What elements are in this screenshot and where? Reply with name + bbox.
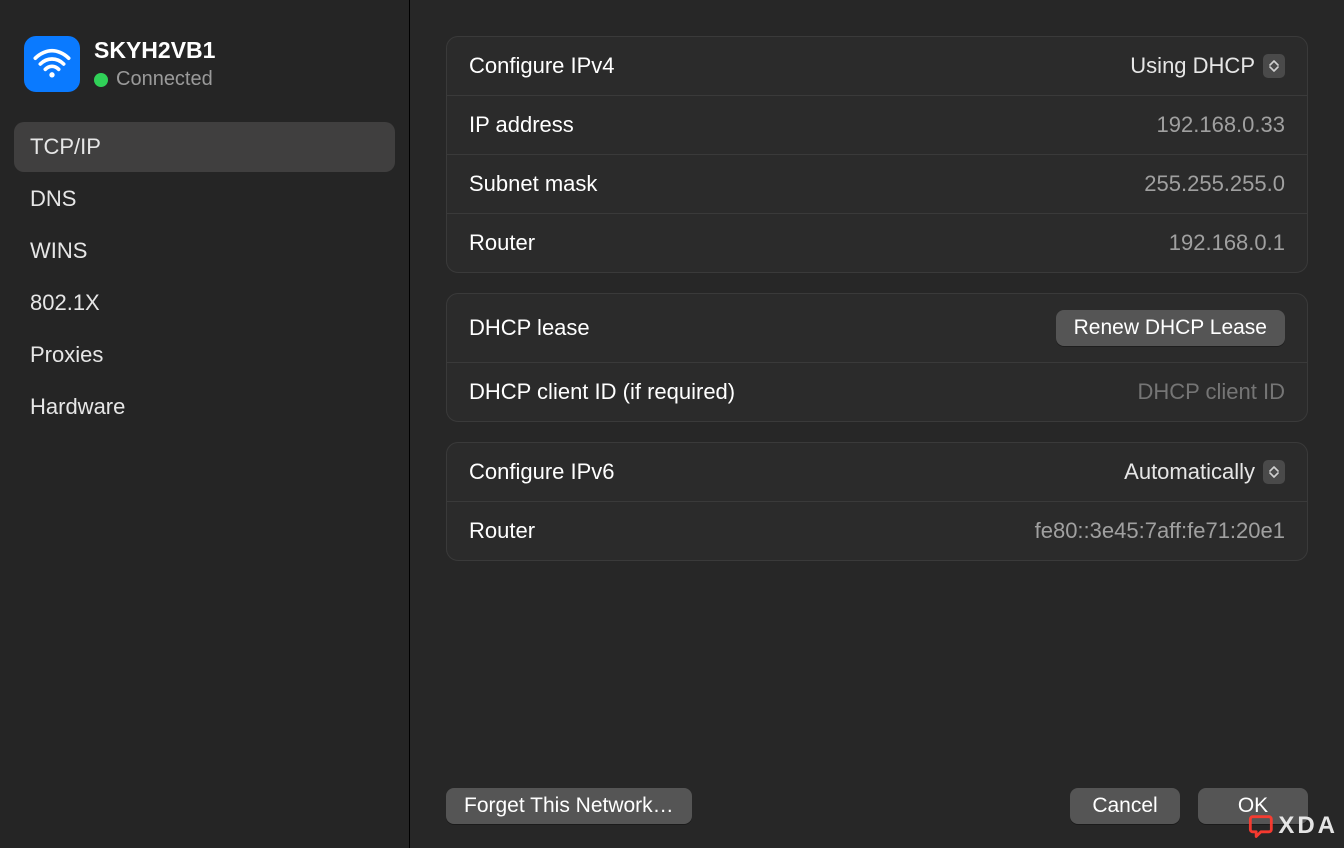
nav-item-dns[interactable]: DNS (14, 174, 395, 224)
chevron-updown-icon (1263, 54, 1285, 78)
network-header: SKYH2VB1 Connected (14, 12, 395, 110)
nav-list: TCP/IP DNS WINS 802.1X Proxies Hardware (14, 122, 395, 432)
row-configure-ipv4: Configure IPv4 Using DHCP (447, 37, 1307, 95)
subnet-mask-label: Subnet mask (469, 171, 597, 197)
nav-label: TCP/IP (30, 134, 101, 159)
router-ipv6-value: fe80::3e45:7aff:fe71:20e1 (1035, 518, 1285, 544)
row-dhcp-client-id: DHCP client ID (if required) (447, 362, 1307, 421)
row-configure-ipv6: Configure IPv6 Automatically (447, 443, 1307, 501)
ipv4-card: Configure IPv4 Using DHCP IP address 192… (446, 36, 1308, 273)
configure-ipv6-value: Automatically (1124, 459, 1255, 485)
dhcp-lease-label: DHCP lease (469, 315, 590, 341)
nav-item-8021x[interactable]: 802.1X (14, 278, 395, 328)
row-dhcp-lease: DHCP lease Renew DHCP Lease (447, 294, 1307, 362)
row-subnet-mask: Subnet mask 255.255.255.0 (447, 154, 1307, 213)
renew-dhcp-lease-button[interactable]: Renew DHCP Lease (1056, 310, 1285, 346)
nav-item-wins[interactable]: WINS (14, 226, 395, 276)
ok-button[interactable]: OK (1198, 788, 1308, 824)
router-ipv4-value: 192.168.0.1 (1169, 230, 1285, 256)
window: SKYH2VB1 Connected TCP/IP DNS WINS 802.1… (0, 0, 1344, 848)
ip-address-value: 192.168.0.33 (1157, 112, 1285, 138)
configure-ipv4-popup[interactable]: Using DHCP (1130, 53, 1285, 79)
cancel-button[interactable]: Cancel (1070, 788, 1180, 824)
status-dot-icon (94, 73, 108, 87)
forget-network-button[interactable]: Forget This Network… (446, 788, 692, 824)
nav-label: WINS (30, 238, 87, 263)
configure-ipv6-popup[interactable]: Automatically (1124, 459, 1285, 485)
nav-label: 802.1X (30, 290, 100, 315)
dhcp-card: DHCP lease Renew DHCP Lease DHCP client … (446, 293, 1308, 422)
configure-ipv6-label: Configure IPv6 (469, 459, 615, 485)
main-content: Configure IPv4 Using DHCP IP address 192… (410, 0, 1344, 848)
nav-item-proxies[interactable]: Proxies (14, 330, 395, 380)
chevron-updown-icon (1263, 460, 1285, 484)
nav-label: Proxies (30, 342, 103, 367)
sidebar: SKYH2VB1 Connected TCP/IP DNS WINS 802.1… (0, 0, 410, 848)
router-ipv6-label: Router (469, 518, 535, 544)
nav-label: DNS (30, 186, 76, 211)
ip-address-label: IP address (469, 112, 574, 138)
nav-item-tcpip[interactable]: TCP/IP (14, 122, 395, 172)
connection-status-label: Connected (116, 68, 213, 91)
dhcp-client-id-label: DHCP client ID (if required) (469, 379, 735, 405)
configure-ipv4-value: Using DHCP (1130, 53, 1255, 79)
network-name: SKYH2VB1 (94, 37, 215, 64)
footer-right: Cancel OK (1070, 788, 1308, 824)
subnet-mask-value: 255.255.255.0 (1144, 171, 1285, 197)
footer-bar: Forget This Network… Cancel OK (446, 764, 1308, 824)
nav-item-hardware[interactable]: Hardware (14, 382, 395, 432)
row-ip-address: IP address 192.168.0.33 (447, 95, 1307, 154)
connection-status: Connected (94, 68, 215, 91)
nav-label: Hardware (30, 394, 125, 419)
wifi-icon (24, 36, 80, 92)
router-ipv4-label: Router (469, 230, 535, 256)
dhcp-client-id-input[interactable] (985, 379, 1285, 405)
row-router-ipv6: Router fe80::3e45:7aff:fe71:20e1 (447, 501, 1307, 560)
row-router-ipv4: Router 192.168.0.1 (447, 213, 1307, 272)
configure-ipv4-label: Configure IPv4 (469, 53, 615, 79)
ipv6-card: Configure IPv6 Automatically Router fe80… (446, 442, 1308, 561)
